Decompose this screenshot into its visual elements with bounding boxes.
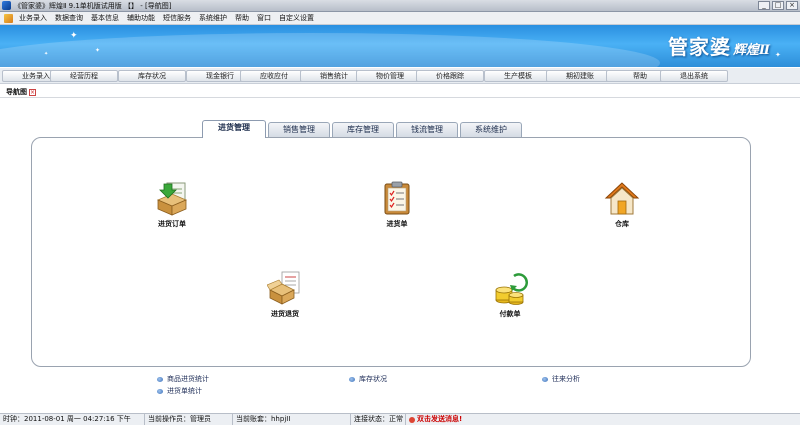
menu-item-window[interactable]: 窗口 xyxy=(253,13,275,23)
menu-bar: 业务录入 数据查询 基本信息 辅助功能 短信服务 系统维护 帮助 窗口 自定义设… xyxy=(0,12,800,25)
nav-exit-button[interactable]: 退出系统 xyxy=(660,70,728,82)
brand-edition: 辉煌Ⅱ xyxy=(733,43,770,58)
nav-price-track-button[interactable]: 价格跟踪 xyxy=(416,70,484,82)
sparkle-icon: ✦ xyxy=(70,31,78,41)
bullet-icon xyxy=(157,376,163,382)
menu-item-sms[interactable]: 短信服务 xyxy=(159,13,195,23)
menu-item-basic-info[interactable]: 基本信息 xyxy=(87,13,123,23)
nav-price-button[interactable]: 物价管理 xyxy=(356,70,424,82)
header-banner: ✦ ✦ ✦ ✦ 管家婆 辉煌Ⅱ xyxy=(0,25,800,67)
payment-slip-label: 付款单 xyxy=(499,310,521,318)
bullet-icon xyxy=(157,388,163,394)
window-controls: _ □ × xyxy=(758,1,798,10)
nav-button-bar: 业务录入 经营历程 库存状况 现金银行 应收应付 销售统计 物价管理 价格跟踪 … xyxy=(0,68,800,84)
sparkle-icon: ✦ xyxy=(775,51,781,59)
brand-name: 管家婆 xyxy=(668,35,732,59)
tab-purchase[interactable]: 进货管理 xyxy=(202,120,266,138)
nav-receivables-button[interactable]: 应收应付 xyxy=(240,70,308,82)
tab-cashflow[interactable]: 钱流管理 xyxy=(396,122,458,137)
tab-system[interactable]: 系统维护 xyxy=(460,122,522,137)
send-message-label: 双击发送消息! xyxy=(417,415,463,423)
send-message-button[interactable]: 双击发送消息! xyxy=(406,414,465,425)
menu-item-help[interactable]: 帮助 xyxy=(231,13,253,23)
status-clock: 时钟：2011-08-01 周一 04:27:16 下午 xyxy=(0,414,145,425)
nav-opening-button[interactable]: 期初建账 xyxy=(546,70,614,82)
tab-inventory[interactable]: 库存管理 xyxy=(332,122,394,137)
nav-history-button[interactable]: 经营历程 xyxy=(50,70,118,82)
message-icon xyxy=(409,416,415,423)
minimize-button[interactable]: _ xyxy=(758,1,770,10)
purchase-order-label: 进货订单 xyxy=(158,220,186,228)
purchase-slip-action[interactable]: 进货单 xyxy=(362,180,432,229)
clipboard-icon xyxy=(384,181,410,215)
app-icon xyxy=(2,1,11,10)
menu-item-entry[interactable]: 业务录入 xyxy=(15,13,51,23)
divider xyxy=(0,97,800,98)
mdi-icon xyxy=(4,13,13,23)
purchase-order-action[interactable]: 进货订单 xyxy=(137,180,207,229)
close-icon[interactable]: × xyxy=(29,88,36,96)
maximize-button[interactable]: □ xyxy=(772,1,784,10)
status-account: 当前账套：hhpjII xyxy=(233,414,351,425)
status-connection: 连接状态：正常 xyxy=(351,414,406,425)
stock-status-link[interactable]: 库存状况 xyxy=(349,374,387,384)
bullet-icon xyxy=(349,376,355,382)
slip-stats-link[interactable]: 进货单统计 xyxy=(157,386,202,396)
ledger-analysis-label: 往来分析 xyxy=(552,375,580,383)
purchase-order-icon xyxy=(156,182,188,216)
nav-production-button[interactable]: 生产模板 xyxy=(484,70,552,82)
title-bar: 《管家婆》辉煌Ⅱ 9.1单机版试用版 【】 - [导航图] _ □ × xyxy=(0,0,800,12)
return-box-icon xyxy=(267,271,300,305)
nav-stock-button[interactable]: 库存状况 xyxy=(118,70,186,82)
goods-stats-link[interactable]: 商品进货统计 xyxy=(157,374,209,384)
close-button[interactable]: × xyxy=(786,1,798,10)
menu-item-query[interactable]: 数据查询 xyxy=(51,13,87,23)
stock-status-label: 库存状况 xyxy=(359,375,387,383)
purchase-return-label: 进货退货 xyxy=(271,310,299,318)
document-tab-label: 导航图 xyxy=(6,88,27,96)
menu-item-custom[interactable]: 自定义设置 xyxy=(275,13,318,23)
coins-icon xyxy=(495,273,528,305)
ledger-analysis-link[interactable]: 往来分析 xyxy=(542,374,580,384)
goods-stats-label: 商品进货统计 xyxy=(167,375,209,383)
purchase-return-action[interactable]: 进货退货 xyxy=(250,270,320,319)
warehouse-action[interactable]: 仓库 xyxy=(587,180,657,229)
menu-item-system[interactable]: 系统维护 xyxy=(195,13,231,23)
slip-stats-label: 进货单统计 xyxy=(167,387,202,395)
payment-slip-action[interactable]: 付款单 xyxy=(475,270,545,319)
home-icon xyxy=(604,182,640,215)
sparkle-icon: ✦ xyxy=(44,51,49,57)
purchase-slip-label: 进货单 xyxy=(386,220,408,228)
warehouse-label: 仓库 xyxy=(615,220,629,228)
navigation-panel: 进货订单 进货单 仓库 进货退货 付款单 xyxy=(31,137,751,367)
status-operator: 当前操作员：管理员 xyxy=(145,414,233,425)
bullet-icon xyxy=(542,376,548,382)
document-tab[interactable]: 导航图 × xyxy=(6,87,36,97)
window-title: 《管家婆》辉煌Ⅱ 9.1单机版试用版 【】 - [导航图] xyxy=(14,1,172,10)
status-bar: 时钟：2011-08-01 周一 04:27:16 下午 当前操作员：管理员 当… xyxy=(0,413,800,425)
sparkle-icon: ✦ xyxy=(95,47,101,54)
menu-item-auxiliary[interactable]: 辅助功能 xyxy=(123,13,159,23)
brand-logo: 管家婆 辉煌Ⅱ xyxy=(668,31,770,60)
tab-sales[interactable]: 销售管理 xyxy=(268,122,330,137)
